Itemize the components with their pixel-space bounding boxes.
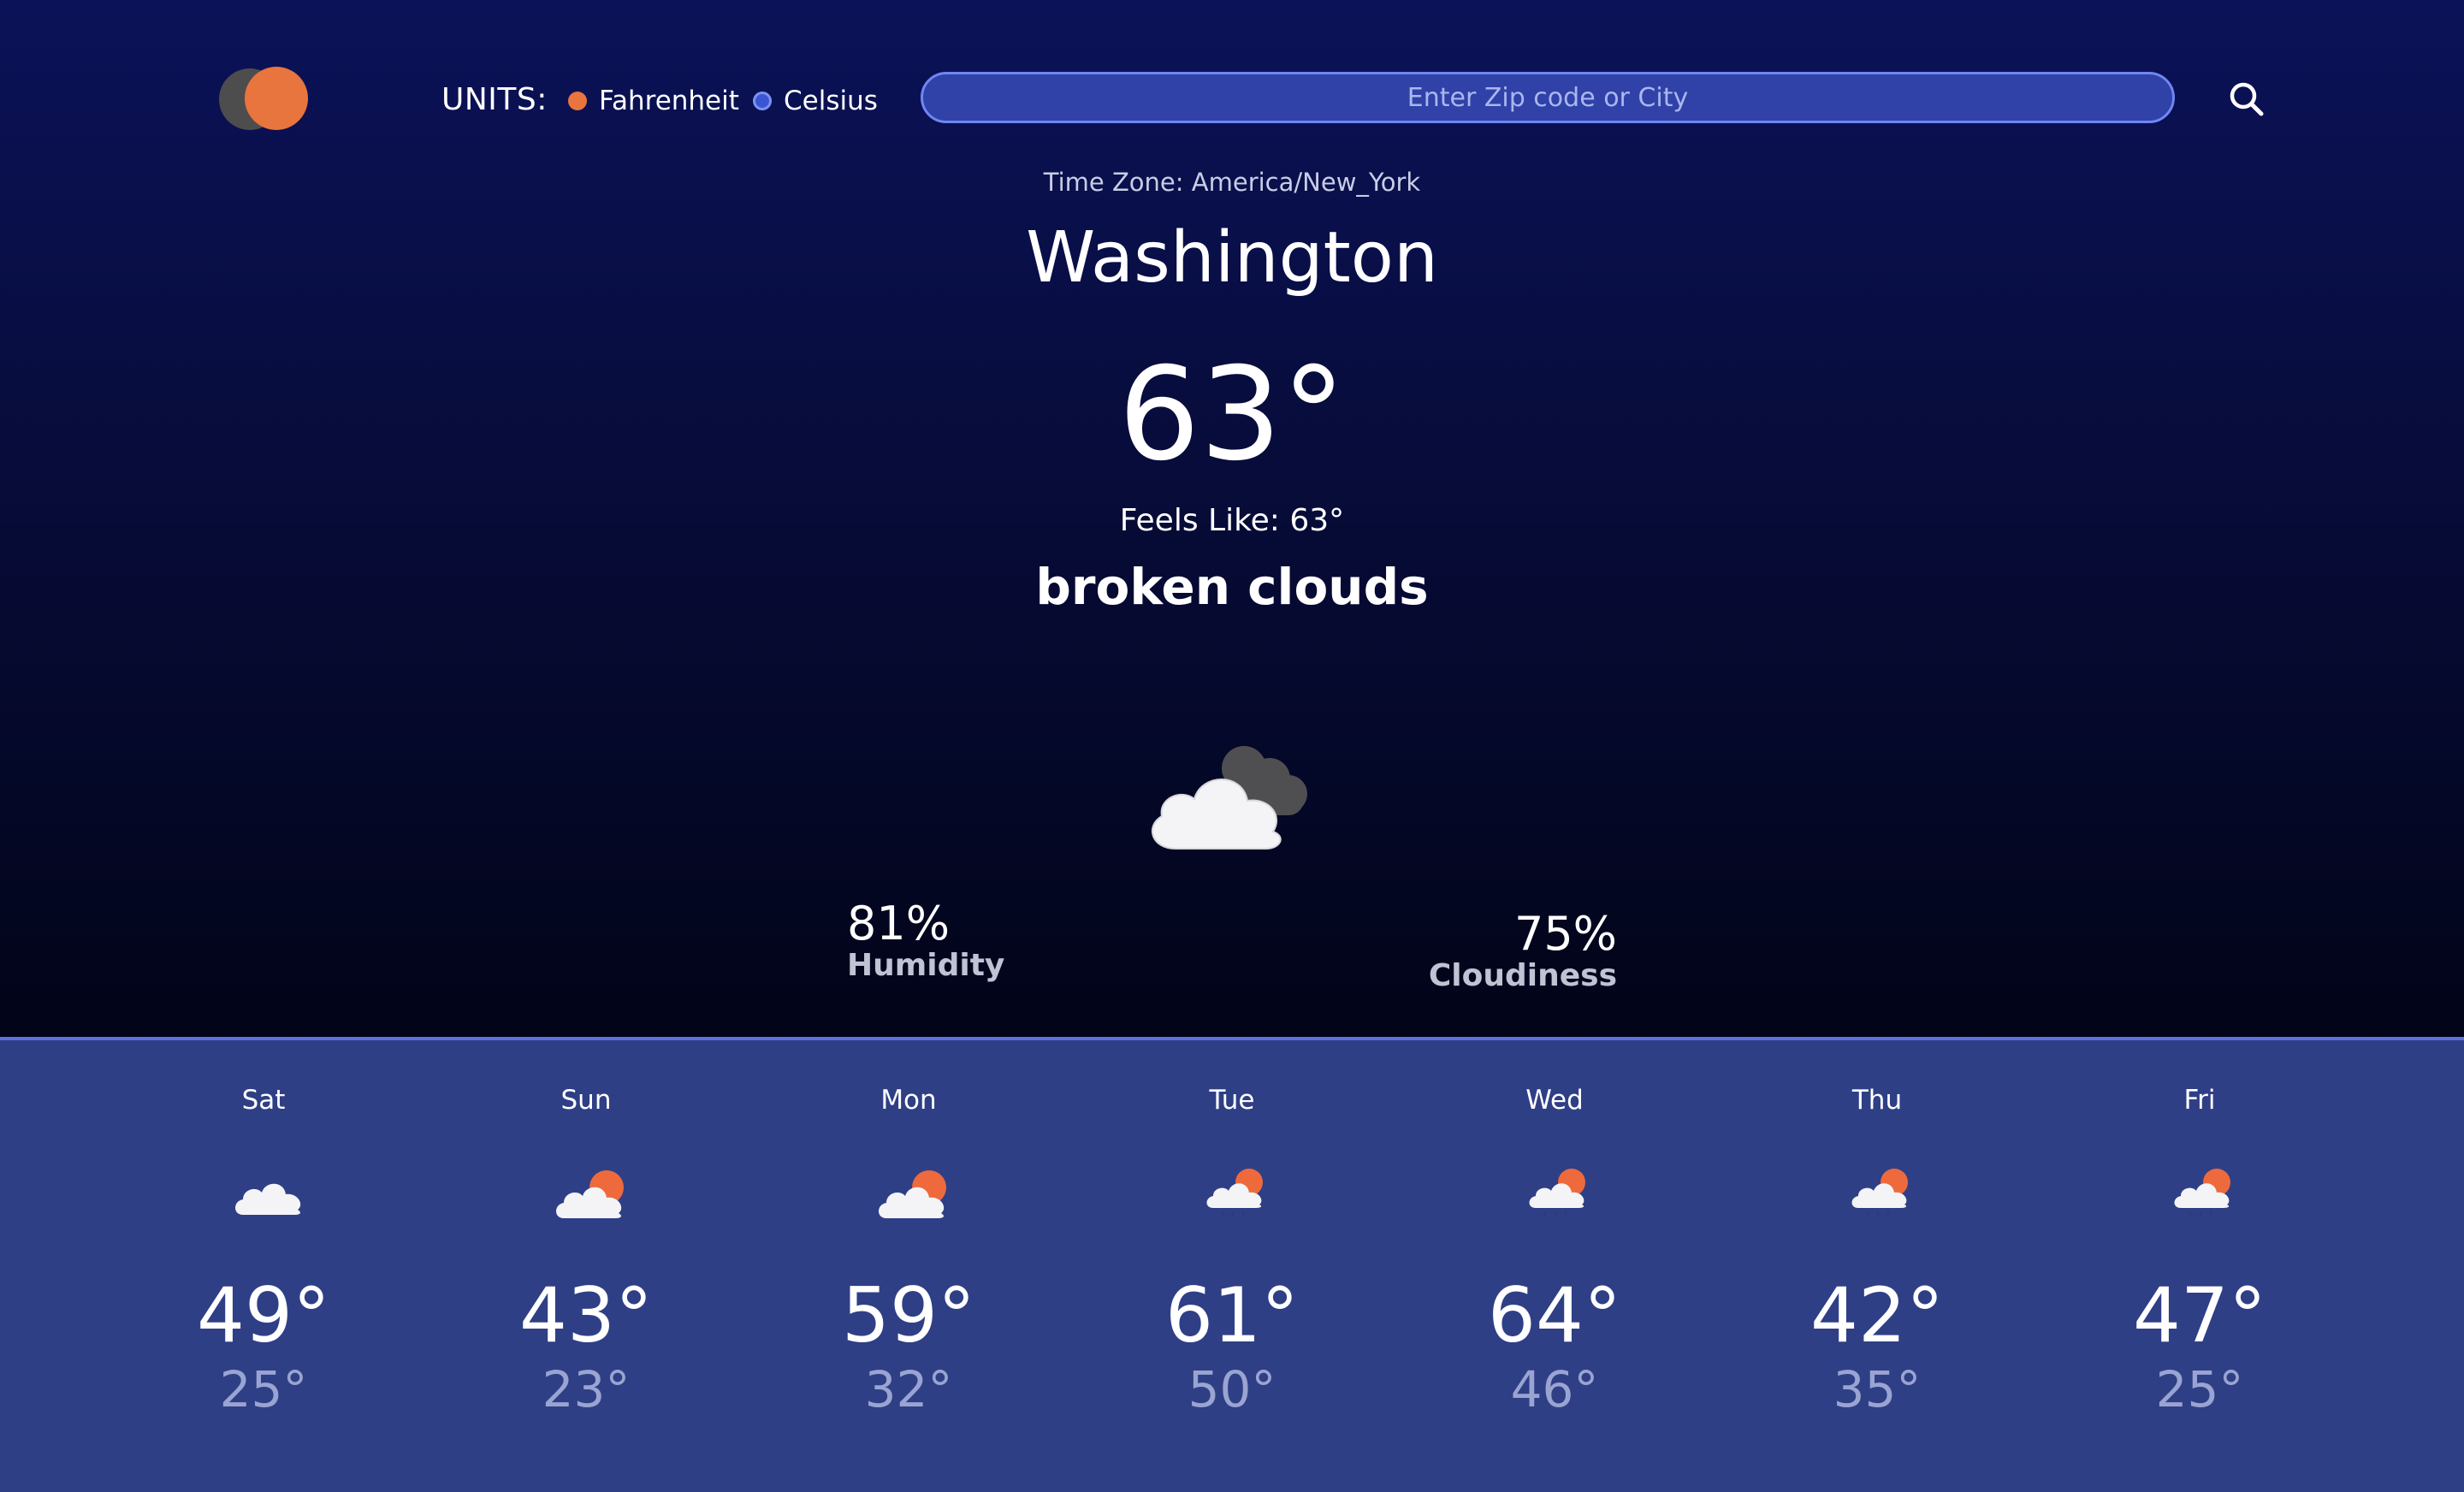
- forecast-high: 64°: [1488, 1271, 1621, 1359]
- forecast-low: 23°: [542, 1360, 631, 1418]
- search-icon[interactable]: [2226, 79, 2267, 120]
- weather-description: broken clouds: [1035, 558, 1429, 616]
- unit-fahrenheit-radio[interactable]: Fahrenheit: [568, 86, 739, 116]
- humidity-label: Humidity: [847, 948, 1005, 984]
- partly-cloudy-icon: [556, 1170, 624, 1218]
- cloudiness-stat: 75% Cloudiness: [1420, 909, 1617, 993]
- forecast-day: Sun 43° 23°: [458, 1040, 714, 1492]
- forecast-low: 50°: [1188, 1360, 1276, 1418]
- forecast-day-name: Fri: [2183, 1085, 2216, 1116]
- rain-partly-cloudy-icon: [1851, 1169, 1908, 1217]
- forecast-day: Thu 42° 35°: [1749, 1040, 2005, 1492]
- radio-selected-dot[interactable]: [568, 92, 587, 110]
- forecast-high: 47°: [2133, 1271, 2266, 1359]
- unit-fahrenheit-label: Fahrenheit: [599, 86, 739, 116]
- humidity-stat: 81% Humidity: [847, 898, 1004, 983]
- current-temperature: 63°: [1118, 340, 1346, 489]
- forecast-high: 49°: [197, 1271, 330, 1359]
- forecast-high: 42°: [1810, 1271, 1944, 1359]
- search-input[interactable]: [921, 72, 2175, 123]
- forecast-day: Mon 59° 32°: [780, 1040, 1037, 1492]
- forecast-day: Wed 64° 46°: [1426, 1040, 1683, 1492]
- forecast-day-name: Thu: [1851, 1085, 1903, 1116]
- forecast-day: Sat 49° 25°: [135, 1040, 392, 1492]
- forecast-day-name: Tue: [1209, 1085, 1255, 1116]
- forecast-low: 25°: [2155, 1360, 2244, 1418]
- forecast-low: 46°: [1510, 1360, 1599, 1418]
- forecast-day: Fri 47° 25°: [2071, 1040, 2328, 1492]
- partly-cloudy-icon: [879, 1170, 946, 1218]
- forecast-high: 43°: [519, 1271, 653, 1359]
- forecast-day: Tue 61° 50°: [1104, 1040, 1360, 1492]
- feels-like-text: Feels Like: 63°: [1119, 503, 1345, 538]
- rain-partly-cloudy-icon: [2174, 1169, 2230, 1217]
- unit-celsius-label: Celsius: [784, 86, 878, 116]
- cloud-icon: [235, 1183, 301, 1215]
- cloudiness-value: 75%: [1513, 907, 1617, 961]
- broken-clouds-icon: [1152, 746, 1307, 850]
- app-logo[interactable]: [219, 67, 308, 132]
- humidity-value: 81%: [847, 897, 951, 950]
- units-label: UNITS:: [441, 82, 548, 117]
- unit-celsius-radio[interactable]: Celsius: [753, 86, 878, 116]
- forecast-low: 35°: [1833, 1360, 1922, 1418]
- forecast-day-name: Wed: [1525, 1085, 1584, 1116]
- search-button[interactable]: [2226, 79, 2267, 120]
- radio-unselected-dot[interactable]: [753, 92, 772, 110]
- city-name: Washington: [1026, 217, 1438, 299]
- timezone-text: Time Zone: America/New_York: [1043, 168, 1421, 197]
- logo-orange-circle: [245, 67, 308, 130]
- rain-partly-cloudy-icon: [1529, 1169, 1585, 1217]
- forecast-high: 61°: [1165, 1271, 1299, 1359]
- cloudiness-label: Cloudiness: [1428, 958, 1617, 994]
- forecast-day-name: Mon: [880, 1085, 937, 1116]
- forecast-day-name: Sat: [241, 1085, 286, 1116]
- forecast-low: 25°: [219, 1360, 308, 1418]
- forecast-high: 59°: [842, 1271, 975, 1359]
- forecast-day-name: Sun: [560, 1085, 612, 1116]
- rain-partly-cloudy-icon: [1206, 1169, 1263, 1217]
- forecast-low: 32°: [864, 1360, 953, 1418]
